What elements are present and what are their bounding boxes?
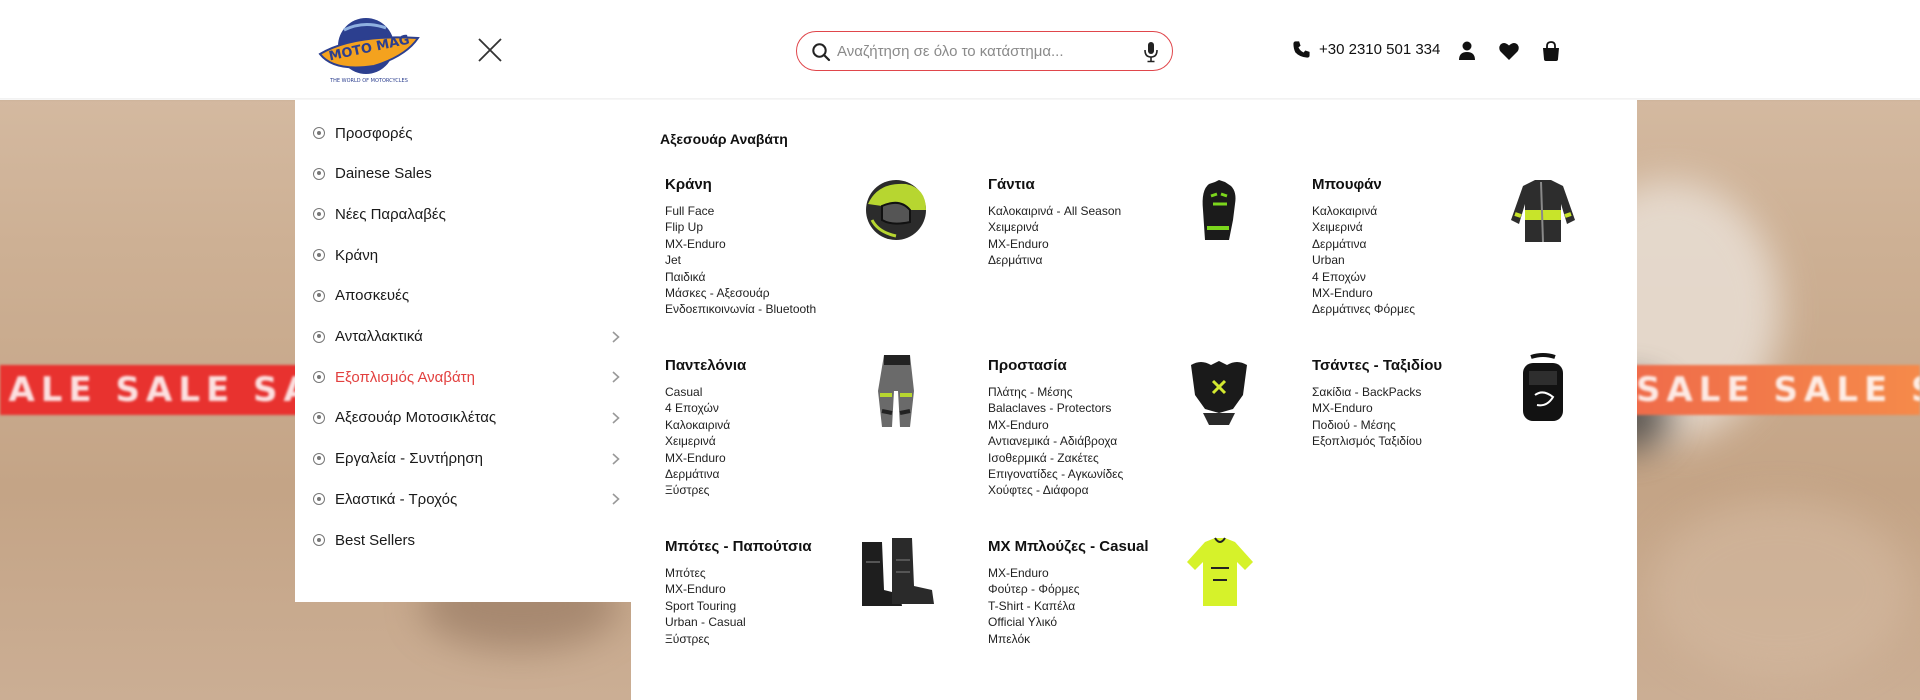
logo-graphic: MOTO MAG THE WORLD OF MOTORCYCLES: [318, 18, 420, 84]
menu-item-label: Best Sellers: [335, 531, 416, 549]
mega-menu-panel: Αξεσουάρ Αναβάτη Κράνη Full Face Flip Up MX…: [631, 100, 1637, 700]
microphone-icon[interactable]: [1143, 41, 1159, 63]
sale-banner-left: SALE SALE SALE SALE: [0, 365, 300, 415]
menu-item-label: Νέες Παραλαβές: [335, 205, 446, 223]
close-icon: [478, 38, 502, 62]
bullet-icon: [313, 127, 325, 139]
subcategory-link[interactable]: Αντιανεμικά - Αδιάβροχα: [988, 433, 1288, 449]
close-menu-button[interactable]: [476, 36, 504, 64]
menu-item-7[interactable]: Αξεσουάρ Μοτοσικλέτας: [313, 405, 623, 431]
chevron-right-icon[interactable]: [609, 411, 623, 425]
menu-item-5[interactable]: Ανταλλακτικά: [313, 324, 623, 350]
menu-item-label: Εξοπλισμός Αναβάτη: [335, 368, 475, 386]
main-category-menu: Προσφορές Dainese Sales Νέες Παραλαβές Κράν…: [295, 100, 631, 602]
subcategory-link[interactable]: Ξύστρες: [665, 631, 965, 647]
subcategory-link[interactable]: Ξύστρες: [665, 482, 965, 498]
subcategory-link[interactable]: Επιγονατίδες - Αγκωνίδες: [988, 466, 1288, 482]
chevron-right-icon[interactable]: [609, 370, 623, 384]
bullet-icon: [313, 167, 325, 180]
menu-item-label: Dainese Sales: [335, 165, 432, 183]
jacket-icon[interactable]: [1495, 170, 1591, 250]
subcategory-link[interactable]: Official Υλικό: [988, 614, 1288, 630]
subcategory-link[interactable]: Μάσκες - Αξεσουάρ: [665, 285, 965, 301]
bullet-icon: [313, 249, 325, 262]
search-input[interactable]: [837, 40, 1127, 62]
sale-banner-text: SALE SALE SALE SALE: [0, 370, 300, 410]
sale-banner-right: SALE SALE SALE S: [1630, 365, 1920, 415]
menu-item-0[interactable]: Προσφορές: [313, 120, 623, 146]
menu-item-label: Εργαλεία - Συντήρηση: [335, 450, 483, 468]
menu-item-1[interactable]: Dainese Sales: [313, 161, 623, 187]
helmet-icon[interactable]: [848, 170, 944, 250]
menu-item-6[interactable]: Εξοπλισμός Αναβάτη: [313, 364, 623, 390]
subcategory-link[interactable]: MX-Enduro: [665, 450, 965, 466]
subcategory-link[interactable]: Urban: [1312, 252, 1612, 268]
site-logo[interactable]: MOTO MAG THE WORLD OF MOTORCYCLES: [314, 12, 424, 84]
bullet-icon: [313, 371, 325, 384]
phone-number: +30 2310 501 334: [1319, 41, 1441, 58]
subcategory-link[interactable]: Παιδικά: [665, 269, 965, 285]
menu-item-label: Κράνη: [335, 246, 379, 264]
phone-icon: [1293, 41, 1310, 58]
menu-item-9[interactable]: Ελαστικά - Τροχός: [313, 486, 623, 512]
menu-item-10[interactable]: Best Sellers: [313, 527, 623, 553]
subcategory-link[interactable]: Μπελόκ: [988, 631, 1288, 647]
search-icon[interactable]: [811, 42, 831, 62]
menu-item-3[interactable]: Κράνη: [313, 242, 623, 268]
bullet-icon: [313, 289, 325, 302]
logo-tagline: THE WORLD OF MOTORCYCLES: [329, 78, 408, 84]
menu-item-label: Αξεσουάρ Μοτοσικλέτας: [335, 409, 497, 427]
subcategory-link[interactable]: Jet: [665, 252, 965, 268]
subcategory-link[interactable]: Εξοπλισμός Ταξιδίου: [1312, 433, 1612, 449]
site-header: MOTO MAG THE WORLD OF MOTORCYCLES +30 23…: [0, 0, 1920, 100]
user-account-icon[interactable]: [1456, 40, 1478, 62]
chest-protector-icon[interactable]: [1171, 351, 1267, 431]
bullet-icon: [313, 411, 325, 424]
menu-item-4[interactable]: Αποσκευές: [313, 283, 623, 309]
bullet-icon: [313, 330, 325, 343]
subcategory-link[interactable]: Ενδοεπικοινωνία - Bluetooth: [665, 301, 965, 317]
gloves-icon[interactable]: [1171, 170, 1267, 250]
menu-item-8[interactable]: Εργαλεία - Συντήρηση: [313, 446, 623, 472]
subcategory-link[interactable]: MX-Enduro: [1312, 285, 1612, 301]
subcategory-link[interactable]: Δερμάτινες Φόρμες: [1312, 301, 1612, 317]
bullet-icon: [313, 208, 325, 221]
menu-item-label: Ανταλλακτικά: [335, 328, 423, 345]
subcategory-link[interactable]: 4 Εποχών: [1312, 269, 1612, 285]
shopping-bag-icon[interactable]: [1540, 40, 1562, 62]
bullet-icon: [313, 493, 325, 506]
menu-item-label: Αποσκευές: [335, 287, 410, 305]
bullet-icon: [313, 534, 325, 546]
chevron-right-icon[interactable]: [609, 452, 623, 466]
search-bar: [796, 31, 1173, 71]
menu-item-2[interactable]: Νέες Παραλαβές: [313, 201, 623, 227]
menu-item-label: Προσφορές: [335, 124, 413, 142]
pants-icon[interactable]: [848, 351, 944, 431]
wishlist-heart-icon[interactable]: [1498, 40, 1520, 62]
subcategory-link[interactable]: Δερμάτινα: [988, 252, 1288, 268]
subcategory-link[interactable]: Χειμερινά: [665, 433, 965, 449]
sale-banner-text-right: SALE SALE SALE S: [1636, 370, 1920, 410]
chevron-right-icon[interactable]: [609, 330, 623, 344]
menu-item-label: Ελαστικά - Τροχός: [335, 490, 458, 508]
mx-jersey-icon[interactable]: [1171, 532, 1267, 612]
bullet-icon: [313, 452, 325, 465]
phone-contact[interactable]: +30 2310 501 334: [1292, 40, 1440, 59]
subcategory-link[interactable]: Urban - Casual: [665, 614, 965, 630]
subcategory-link[interactable]: Ισοθερμικά - Ζακέτες: [988, 450, 1288, 466]
boots-icon[interactable]: [848, 532, 944, 612]
chevron-right-icon[interactable]: [609, 492, 623, 506]
subcategory-link[interactable]: Χούφτες - Διάφορα: [988, 482, 1288, 498]
backpack-icon[interactable]: [1495, 351, 1591, 431]
mega-menu-title: Αξεσουάρ Αναβάτη: [660, 131, 788, 147]
subcategory-link[interactable]: Δερμάτινα: [665, 466, 965, 482]
